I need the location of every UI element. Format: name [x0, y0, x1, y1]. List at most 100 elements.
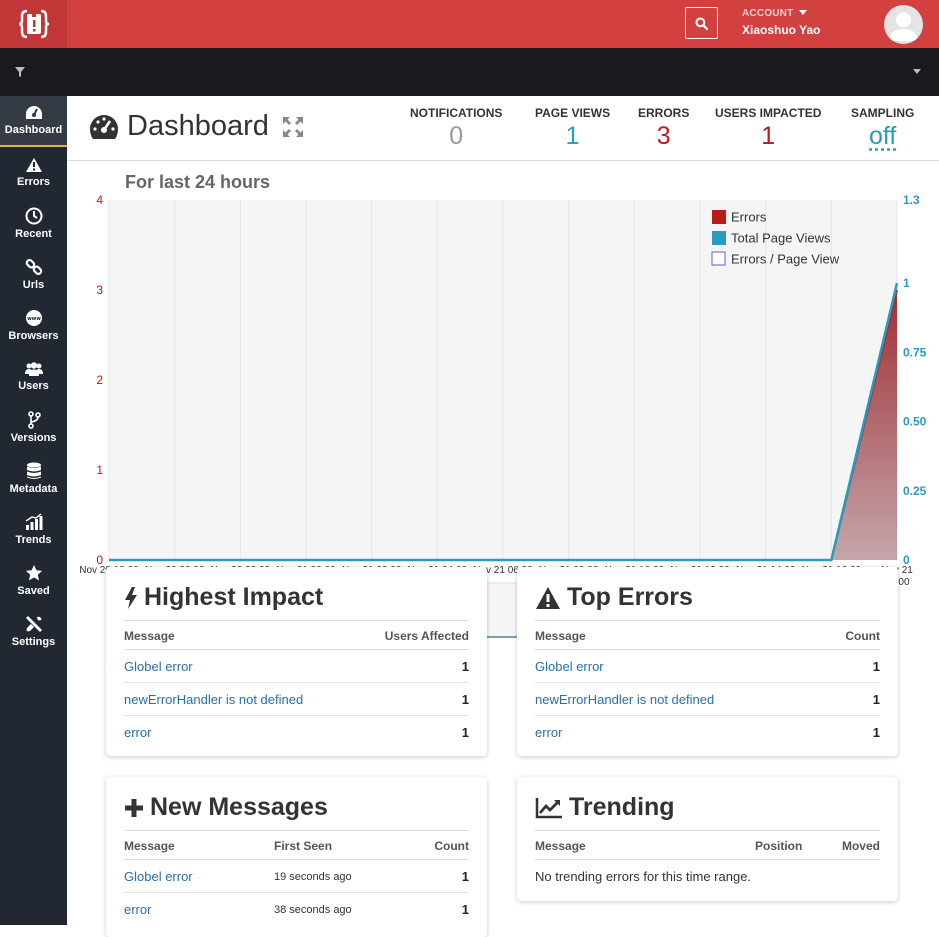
stat-sampling[interactable]: SAMPLING off: [851, 106, 914, 151]
sidebar-item-users[interactable]: Users: [0, 351, 67, 402]
database-icon: [26, 462, 41, 479]
sidebar-item-browsers[interactable]: www Browsers: [0, 300, 67, 351]
column-header: Count: [824, 620, 880, 650]
stat-label: NOTIFICATIONS: [410, 106, 503, 120]
app-logo[interactable]: [0, 0, 67, 48]
stat-users-impacted[interactable]: USERS IMPACTED 1: [715, 106, 821, 151]
sidebar-item-label: Errors: [16, 176, 51, 188]
message-link[interactable]: newErrorHandler is not defined: [124, 682, 359, 716]
column-header: Position: [755, 830, 825, 860]
sidebar-item-label: Dashboard: [4, 124, 63, 136]
message-link[interactable]: Globel error: [124, 859, 274, 893]
sidebar-item-label: Saved: [17, 585, 50, 597]
stat-label: PAGE VIEWS: [535, 106, 611, 120]
gauge-icon: [90, 114, 118, 139]
period-label: For last 24 hours: [125, 172, 271, 192]
search-icon: [695, 16, 708, 30]
sidebar-item-metadata[interactable]: Metadata: [0, 453, 67, 504]
sidebar-item-label: Recent: [15, 228, 52, 240]
legend-label: Total Page Views: [731, 231, 831, 246]
y-right-tick-label: 0.75: [903, 345, 927, 359]
sidebar-item-recent[interactable]: Recent: [0, 198, 67, 249]
card-title: Top Errors: [567, 583, 693, 611]
y-left-tick-label: 2: [96, 373, 103, 387]
column-header: Moved: [824, 830, 880, 860]
empty-message: No trending errors for this time range.: [535, 869, 752, 884]
top-errors-table: Message Count Globel error 1 newErrorHandl…: [535, 620, 880, 748]
stat-errors[interactable]: ERRORS 3: [638, 106, 689, 151]
error-count: 1: [824, 682, 880, 716]
message-link[interactable]: error: [124, 893, 274, 926]
star-icon: [25, 565, 42, 581]
stat-notifications[interactable]: NOTIFICATIONS 0: [410, 106, 502, 151]
stat-page-views[interactable]: PAGE VIEWS 1: [535, 106, 610, 151]
link-icon: [25, 258, 42, 275]
legend-label: Errors / Page View: [731, 252, 840, 267]
expand-icon[interactable]: [281, 115, 305, 139]
y-right-tick-label: 0.50: [903, 415, 927, 429]
gauge-icon: [25, 106, 42, 119]
highest-impact-table: Message Users Affected Globel error 1 newE…: [124, 620, 469, 748]
table-row[interactable]: error 1: [124, 716, 469, 749]
users-affected: 1: [358, 682, 469, 716]
legend-swatch: [711, 251, 726, 266]
y-right-tick-label: 0.25: [903, 484, 927, 498]
table-row[interactable]: Globel error 19 seconds ago 1: [124, 859, 469, 893]
y-left-tick-label: 0: [96, 553, 103, 567]
stat-value: off: [869, 122, 897, 150]
legend-swatch: [712, 231, 726, 245]
globe-icon: www: [25, 310, 42, 326]
message-link[interactable]: newErrorHandler is not defined: [535, 682, 825, 716]
sidebar-item-urls[interactable]: Urls: [0, 249, 67, 300]
message-link[interactable]: Globel error: [535, 649, 825, 683]
trending-table: Message Position Moved No trending errors …: [535, 830, 880, 892]
y-left-tick-label: 3: [96, 283, 103, 297]
sidebar-item-errors[interactable]: Errors: [0, 147, 67, 198]
column-header: Message: [124, 620, 359, 650]
table-row[interactable]: newErrorHandler is not defined 1: [124, 682, 469, 716]
column-header: First Seen: [274, 830, 409, 860]
y-left-tick-label: 1: [96, 463, 103, 477]
column-header: Users Affected: [358, 620, 469, 650]
card-title: New Messages: [150, 793, 328, 821]
top-errors-card: Top Errors Message Count Globel error 1 ne…: [517, 567, 898, 756]
account-label: ACCOUNT: [742, 8, 794, 19]
y-right-tick-label: 1: [903, 276, 910, 290]
sidebar-item-versions[interactable]: Versions: [0, 402, 67, 453]
stat-label: USERS IMPACTED: [715, 106, 822, 120]
first-seen: 19 seconds ago: [274, 859, 409, 893]
sidebar-item-saved[interactable]: Saved: [0, 555, 67, 606]
new-messages-table: Message First Seen Count Globel error 19 se…: [124, 830, 469, 925]
stat-value: 0: [449, 122, 464, 150]
header-divider: [67, 160, 939, 161]
sidebar-item-label: Versions: [10, 432, 57, 444]
highest-impact-card: Highest Impact Message Users Affected Glo…: [106, 567, 487, 756]
message-link[interactable]: error: [535, 716, 824, 749]
legend-swatch: [712, 210, 726, 224]
avatar[interactable]: [884, 5, 923, 44]
message-link[interactable]: error: [124, 716, 359, 749]
sidebar-item-trends[interactable]: Trends: [0, 504, 67, 555]
stat-value: 3: [656, 122, 671, 150]
search-button[interactable]: [685, 7, 718, 39]
table-row[interactable]: error 38 seconds ago 1: [124, 893, 469, 926]
table-row[interactable]: newErrorHandler is not defined 1: [535, 682, 880, 716]
table-row[interactable]: Globel error 1: [124, 649, 469, 683]
table-row[interactable]: Globel error 1: [535, 649, 880, 683]
branch-icon: [27, 411, 41, 429]
filter-icon[interactable]: [14, 66, 26, 78]
account-menu[interactable]: ACCOUNT Xiaoshuo Yao: [742, 8, 820, 37]
tools-icon: [25, 616, 42, 632]
y-right-tick-label: 1.3: [903, 193, 920, 207]
sidebar-item-dashboard[interactable]: Dashboard: [0, 96, 67, 147]
trending-card: Trending Message Position Moved No trendin…: [517, 777, 898, 901]
message-link[interactable]: Globel error: [124, 649, 359, 683]
table-row[interactable]: error 1: [535, 716, 880, 749]
chevron-down-icon[interactable]: [912, 68, 922, 76]
users-affected: 1: [461, 725, 469, 740]
new-messages-card: New Messages Message First Seen Count Glob…: [106, 777, 487, 937]
stat-label: SAMPLING: [851, 106, 915, 120]
bar-chart-icon: [25, 513, 42, 530]
card-title: Highest Impact: [144, 583, 324, 611]
sidebar-item-settings[interactable]: Settings: [0, 606, 67, 657]
